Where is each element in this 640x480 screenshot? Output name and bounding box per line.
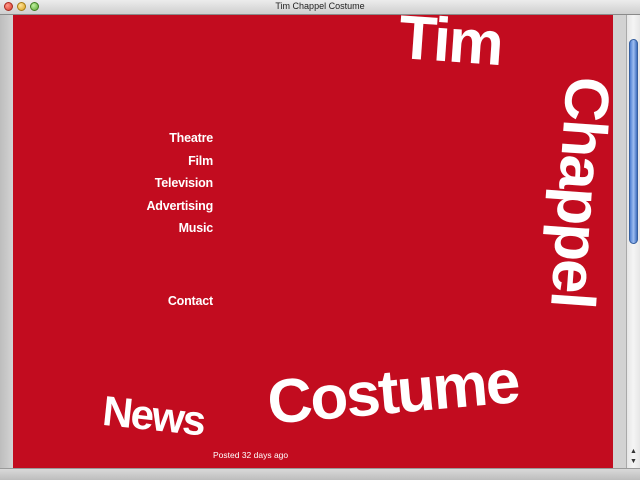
logo-word-costume[interactable]: Costume [265,347,521,438]
title-bar[interactable]: Tim Chappel Costume [0,0,640,15]
window-bottom-bar [0,468,640,480]
right-margin [613,15,626,468]
scroll-down-icon[interactable]: ▼ [627,457,640,467]
vertical-scrollbar[interactable]: ▲ ▼ [626,15,640,468]
left-margin [0,15,13,468]
nav-item-theatre[interactable]: Theatre [113,130,213,153]
main-nav: Theatre Film Television Advertising Musi… [113,130,213,243]
logo-word-tim[interactable]: Tim [396,15,504,79]
nav-item-contact[interactable]: Contact [113,294,213,308]
scroll-up-icon[interactable]: ▲ [627,447,640,457]
nav-item-music[interactable]: Music [113,220,214,243]
nav-item-advertising[interactable]: Advertising [113,198,213,221]
nav-item-television[interactable]: Television [113,175,213,198]
scrollbar-thumb[interactable] [629,39,638,244]
news-posted-date: Posted 32 days ago [213,450,289,460]
nav-item-film[interactable]: Film [113,153,213,176]
logo-word-chappel[interactable]: Chappel [537,74,613,309]
browser-window: Tim Chappel Costume Theatre Film Televis… [0,0,640,480]
news-heading[interactable]: News [100,387,206,444]
window-title: Tim Chappel Costume [275,1,365,11]
page-content: Theatre Film Television Advertising Musi… [13,15,613,468]
